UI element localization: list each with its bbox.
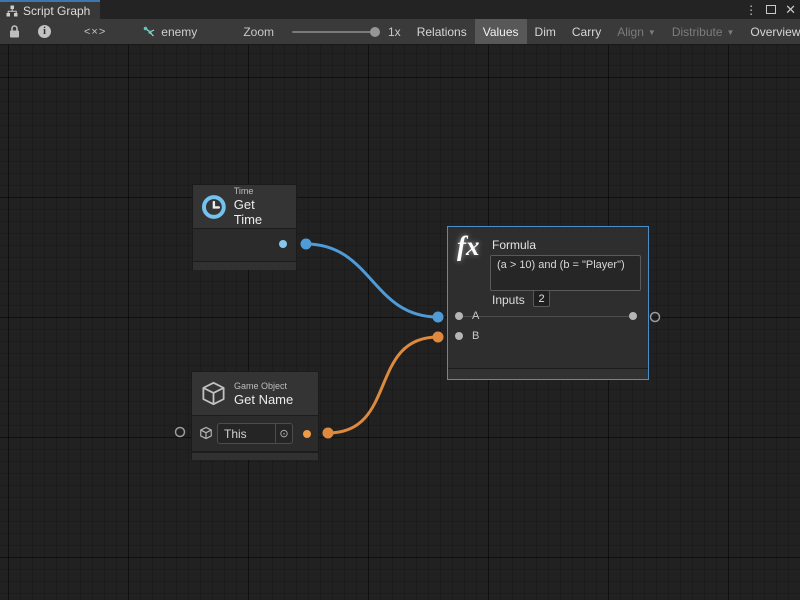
node-get-name-header[interactable]: Game Object Get Name [192,372,318,415]
node-formula[interactable]: fx Formula (a > 10) and (b = "Player") I… [447,226,649,380]
node-get-time[interactable]: Time Get Time [192,184,297,269]
node-footer [193,261,296,270]
node-get-name-body: This ⊙ [192,416,318,451]
toolbar-button-overview[interactable]: Overview [742,19,800,44]
script-graph-window: Script Graph ⋮ ✕ i <×> [0,0,800,600]
toolbar-button-distribute-label: Distribute [672,25,723,39]
code-preview-toggle[interactable]: <×> [60,19,130,44]
zoom-slider-handle[interactable] [370,27,380,37]
relation-line [462,316,636,317]
formula-input-port-a[interactable] [455,312,463,320]
node-category: Time [234,186,286,197]
titlebar: Script Graph ⋮ ✕ [0,0,800,19]
zoom-value: 1x [388,25,401,39]
zoom-control: Zoom 1x [234,19,400,44]
formula-icon: fx [457,231,480,262]
node-footer [448,368,648,379]
target-object-value: This [218,427,275,441]
formula-expression-field[interactable]: (a > 10) and (b = "Player") [490,255,641,291]
node-get-time-header[interactable]: Time Get Time [193,185,296,228]
node-title: Get Name [234,392,293,407]
connection-endpoint-blue-source[interactable] [301,239,312,250]
clock-icon [201,194,227,220]
graph-canvas[interactable]: Time Get Time fx Formula (a > 10) and (b… [0,45,800,600]
connection-endpoint-blue-target[interactable] [433,312,444,323]
object-picker-icon[interactable]: ⊙ [275,424,292,443]
dropdown-arrow-icon: ▼ [648,28,656,37]
inputs-count-field[interactable]: 2 [533,290,550,307]
node-footer [192,452,318,460]
target-object-field[interactable]: This ⊙ [217,423,293,444]
node-get-name[interactable]: Game Object Get Name This ⊙ [191,371,319,459]
connection-get-name-to-formula-b[interactable] [328,337,438,433]
zoom-label: Zoom [243,25,274,39]
lock-icon [9,25,20,38]
toolbar-button-values[interactable]: Values [475,19,527,44]
node-title: Formula [492,238,536,252]
get-time-output-port[interactable] [279,240,287,248]
toolbar-button-carry[interactable]: Carry [564,19,609,44]
info-icon: i [38,25,51,38]
port-b-label: B [472,330,479,342]
tab-script-graph[interactable]: Script Graph [0,0,100,19]
window-menu-icon[interactable]: ⋮ [745,4,757,16]
graph-toolbar: i <×> enemy Zoom 1x Relations Values [0,19,800,45]
info-button[interactable]: i [29,19,60,44]
node-get-time-body [193,229,296,259]
node-title: Get Time [234,197,286,227]
toolbar-button-align[interactable]: Align ▼ [609,19,664,44]
formula-result-external-port[interactable] [651,313,660,322]
connection-endpoint-orange-source[interactable] [323,428,334,439]
port-a-label: A [472,310,479,322]
connection-endpoint-orange-target[interactable] [433,332,444,343]
dropdown-arrow-icon: ▼ [727,28,735,37]
toolbar-button-relations[interactable]: Relations [409,19,475,44]
node-category: Game Object [234,381,293,392]
lock-button[interactable] [0,19,29,44]
graph-hierarchy-icon [6,5,18,17]
code-icon: <×> [84,26,106,38]
toolbar-button-align-label: Align [617,25,644,39]
game-object-cube-icon [200,380,227,407]
tab-title: Script Graph [23,4,90,18]
zoom-slider[interactable] [292,31,378,33]
game-object-cube-icon [199,426,213,440]
script-graph-asset-icon [143,26,156,38]
close-icon[interactable]: ✕ [785,3,796,16]
formula-result-port[interactable] [629,312,637,320]
connection-get-time-to-formula-a[interactable] [306,244,438,317]
maximize-icon[interactable] [766,5,776,14]
get-name-target-external-port[interactable] [176,428,185,437]
inputs-label: Inputs [492,293,525,307]
formula-input-port-b[interactable] [455,332,463,340]
toolbar-button-distribute[interactable]: Distribute ▼ [664,19,743,44]
toolbar-button-dim[interactable]: Dim [527,19,564,44]
graph-reference[interactable]: enemy [134,19,206,44]
get-name-output-port[interactable] [303,430,311,438]
graph-name: enemy [161,25,197,39]
